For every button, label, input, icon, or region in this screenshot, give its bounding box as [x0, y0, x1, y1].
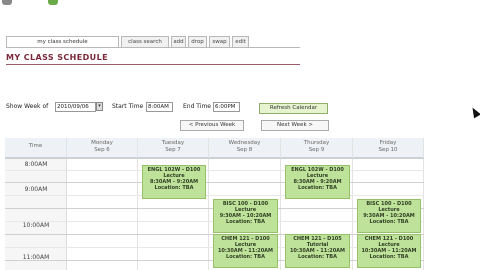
event-block[interactable]: CHEM 121 - D100 Lecture 10:30AM - 11:20A… — [213, 234, 278, 268]
event-location: Location: TBA — [369, 254, 409, 260]
time-label: 9:00AM — [24, 186, 48, 193]
show-week-input[interactable]: 2010/09/06 — [55, 102, 96, 112]
title-divider — [6, 64, 300, 65]
toolbar-icon[interactable] — [48, 0, 58, 5]
event-block[interactable]: CHEM 121 - D100 Lecture 10:30AM - 11:20A… — [357, 234, 421, 268]
event-location: Location: TBA — [298, 254, 337, 260]
tab-swap[interactable]: swap — [209, 36, 230, 47]
event-block[interactable]: BISC 100 - D100 Lecture 9:30AM - 10:20AM… — [213, 199, 278, 233]
previous-week-button[interactable]: < Previous Week — [180, 120, 244, 131]
tab-drop[interactable]: drop — [188, 36, 207, 47]
show-week-label: Show Week of — [6, 103, 49, 110]
event-location: Location: TBA — [298, 185, 337, 191]
grid-line — [5, 182, 424, 183]
time-header: Time — [5, 138, 67, 158]
browser-toolbar-strip — [0, 0, 480, 6]
event-block[interactable]: CHEM 121 - D105 Tutorial 10:30AM - 11:20… — [285, 234, 350, 268]
event-location: Location: TBA — [154, 185, 194, 191]
time-label: 10:00AM — [22, 222, 50, 229]
event-block[interactable]: BISC 100 - D100 Lecture 9:30AM - 10:20AM… — [357, 199, 421, 233]
calendar-picker-icon[interactable]: ▾ — [96, 102, 103, 111]
next-week-button[interactable]: Next Week > — [261, 120, 329, 131]
time-label: 11:00AM — [22, 254, 50, 261]
weekly-calendar: Time Monday Sep 6 Tuesday Sep 7 Wednesda… — [5, 138, 424, 270]
time-label: 8:00AM — [24, 161, 48, 168]
grid-line — [5, 170, 424, 171]
tab-add[interactable]: add — [171, 36, 186, 47]
event-block[interactable]: ENGL 102W - D100 Lecture 8:30AM - 9:20AM… — [285, 165, 350, 199]
end-time-input[interactable]: 6:00PM — [213, 102, 240, 112]
end-time-label: End Time — [183, 103, 211, 110]
start-time-input[interactable]: 8:00AM — [146, 102, 173, 112]
toolbar-icon[interactable] — [2, 0, 12, 5]
grid-line — [5, 195, 424, 196]
tab-divider — [6, 47, 300, 48]
tab-class-search[interactable]: class search — [121, 36, 169, 47]
event-block[interactable]: ENGL 102W - D100 Lecture 8:30AM - 9:20AM… — [142, 165, 206, 199]
event-location: Location: TBA — [369, 219, 409, 225]
mouse-cursor-icon — [469, 105, 480, 119]
event-location: Location: TBA — [226, 219, 265, 225]
page-title: MY CLASS SCHEDULE — [6, 53, 108, 62]
event-location: Location: TBA — [226, 254, 265, 260]
refresh-calendar-button[interactable]: Refresh Calendar — [259, 103, 328, 114]
tab-edit[interactable]: edit — [232, 36, 249, 47]
start-time-label: Start Time — [112, 103, 144, 110]
grid-line — [5, 158, 424, 159]
